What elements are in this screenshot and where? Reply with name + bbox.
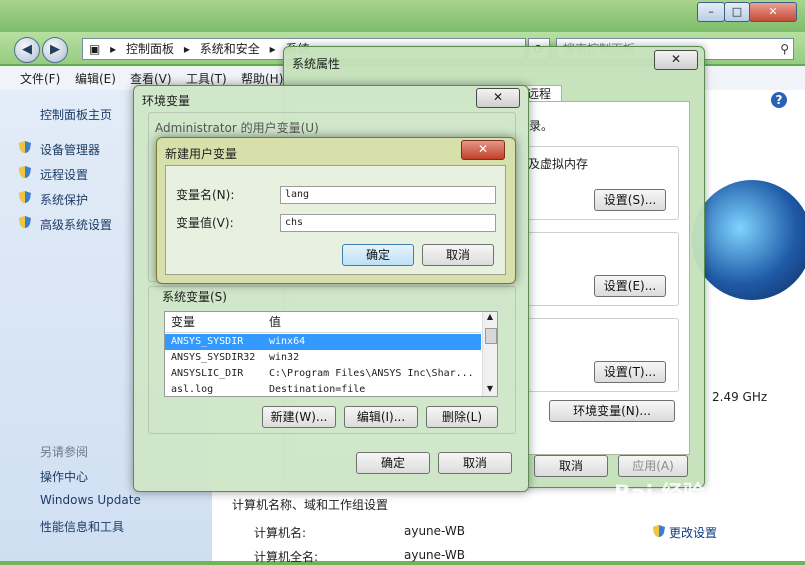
cpu-speed: 2.49 GHz (712, 390, 768, 404)
apply-button[interactable]: 应用(A) (618, 455, 688, 477)
delete-system-var-button[interactable]: 删除(L) (426, 406, 498, 428)
cancel-button[interactable]: 取消 (422, 244, 494, 266)
shield-icon (652, 524, 666, 541)
see-also-heading: 另请参阅 (40, 445, 89, 459)
shield-icon (18, 165, 32, 179)
scroll-down-icon[interactable]: ▼ (484, 384, 496, 396)
sidebar-advanced-settings[interactable]: 高级系统设置 (40, 216, 112, 233)
dialog-body: 变量名(N): lang 变量值(V): chs 确定 取消 (165, 165, 506, 275)
variable-value-input[interactable]: chs (280, 214, 496, 232)
performance-label: 及虚拟内存 (528, 157, 589, 171)
sidebar-system-protection[interactable]: 系统保护 (40, 191, 88, 208)
edit-system-var-button[interactable]: 编辑(I)... (344, 406, 418, 428)
title-bar (0, 0, 805, 32)
scroll-thumb[interactable] (485, 328, 497, 344)
close-button[interactable]: ✕ (654, 50, 698, 70)
table-row[interactable]: ANSYS_SYSDIR winx64 (165, 334, 481, 350)
close-button[interactable]: ✕ (461, 140, 505, 160)
see-also-windows-update[interactable]: Windows Update (40, 493, 141, 507)
new-system-var-button[interactable]: 新建(W)... (262, 406, 336, 428)
list-header: 变量 值 (165, 312, 481, 333)
dialog-title: 新建用户变量 (165, 147, 238, 161)
ok-button[interactable]: 确定 (356, 452, 430, 474)
sidebar-device-manager[interactable]: 设备管理器 (40, 141, 100, 158)
table-row[interactable]: ANSYS_SYSDIR32 win32 (165, 350, 481, 366)
system-vars-list[interactable]: 变量 值 ANSYS_SYSDIR winx64 ANSYS_SYSDIR32 … (164, 311, 498, 397)
control-panel-icon: ▣ (89, 42, 101, 56)
forward-button[interactable]: ▶ (42, 37, 68, 63)
dialog-title: 系统属性 (292, 57, 341, 71)
column-value[interactable]: 值 (269, 312, 281, 332)
scroll-up-icon[interactable]: ▲ (484, 312, 496, 324)
shield-icon (18, 215, 32, 229)
computer-fullname-value: ayune-WB (404, 548, 465, 562)
table-row[interactable]: asl.log Destination=file (165, 382, 481, 396)
help-icon[interactable]: ? (771, 92, 787, 108)
close-button[interactable]: ✕ (476, 88, 520, 108)
change-settings-link[interactable]: 更改设置 (669, 524, 717, 541)
variable-value-label: 变量值(V): (176, 216, 234, 230)
computer-name-label: 计算机名: (254, 526, 307, 540)
dialog-title: 环境变量 (142, 94, 191, 108)
cancel-button[interactable]: 取消 (534, 455, 608, 477)
environment-variables-button[interactable]: 环境变量(N)... (549, 400, 675, 422)
menu-file[interactable]: 文件(F) (20, 70, 60, 87)
maximize-button[interactable]: □ (724, 2, 750, 22)
back-button[interactable]: ◀ (14, 37, 40, 63)
column-variable[interactable]: 变量 (171, 312, 195, 332)
minimize-button[interactable]: – (697, 2, 725, 22)
menu-edit[interactable]: 编辑(E) (75, 70, 116, 87)
windows-logo (692, 180, 805, 300)
see-also-action-center[interactable]: 操作中心 (40, 468, 88, 485)
close-button[interactable]: ✕ (749, 2, 797, 22)
table-row[interactable]: ANSYSLIC_DIR C:\Program Files\ANSYS Inc\… (165, 366, 481, 382)
settings-profiles-button[interactable]: 设置(E)... (594, 275, 666, 297)
shield-icon (18, 140, 32, 154)
cancel-button[interactable]: 取消 (438, 452, 512, 474)
system-vars-heading: 系统变量(S) (162, 290, 227, 304)
variable-name-input[interactable]: lang (280, 186, 496, 204)
shield-icon (18, 190, 32, 204)
breadcrumb-system-security[interactable]: 系统和安全 (200, 39, 260, 59)
computer-fullname-label: 计算机全名: (254, 550, 319, 564)
user-vars-heading: Administrator 的用户变量(U) (155, 121, 319, 135)
settings-performance-button[interactable]: 设置(S)... (594, 189, 666, 211)
text-line: 录。 (529, 119, 554, 133)
breadcrumb-control-panel[interactable]: 控制面板 (126, 39, 174, 59)
variable-name-label: 变量名(N): (176, 188, 235, 202)
ok-button[interactable]: 确定 (342, 244, 414, 266)
section-heading: 计算机名称、域和工作组设置 (232, 498, 389, 512)
search-icon: ⚲ (780, 42, 789, 56)
sidebar-home[interactable]: 控制面板主页 (40, 106, 112, 123)
see-also-performance[interactable]: 性能信息和工具 (40, 518, 124, 535)
scrollbar[interactable]: ▲ ▼ (482, 312, 497, 396)
computer-name-value: ayune-WB (404, 524, 465, 538)
new-user-variable-dialog: 新建用户变量 ✕ 变量名(N): lang 变量值(V): chs 确定 取消 (156, 137, 516, 284)
settings-startup-button[interactable]: 设置(T)... (594, 361, 666, 383)
watermark: Bai 经验 (614, 482, 705, 507)
sidebar-remote-settings[interactable]: 远程设置 (40, 166, 88, 183)
